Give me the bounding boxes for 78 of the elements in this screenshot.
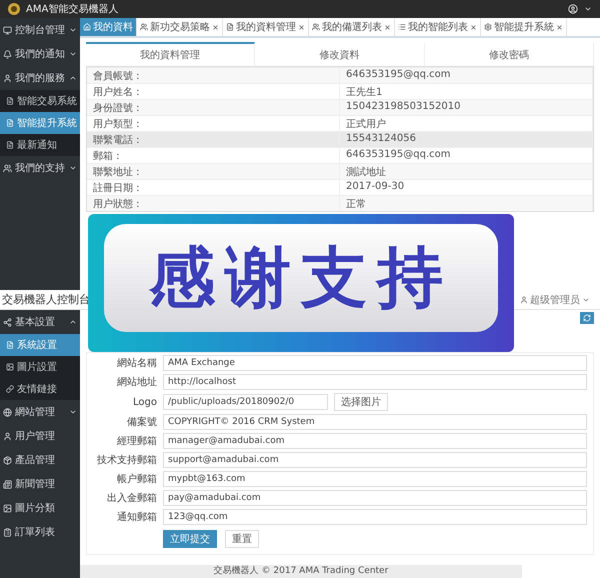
field-label: 出入金郵箱 (106, 492, 157, 505)
page-tab[interactable]: 我的備選列表 (309, 18, 395, 36)
logo-icon (8, 3, 20, 15)
tab-icon (140, 23, 148, 31)
input-field[interactable]: /public/uploads/20180902/0 (163, 394, 328, 410)
caret-icon[interactable] (584, 5, 592, 13)
sidebar-subitem[interactable]: 智能交易系統 (0, 90, 80, 112)
close-icon[interactable] (212, 24, 219, 30)
input-field[interactable]: 123@qq.com (163, 509, 587, 525)
menu-icon (3, 318, 12, 326)
sidebar-subitem[interactable]: 最新通知 (0, 134, 80, 156)
page-tab[interactable]: 我的資料 (80, 18, 137, 36)
input-field[interactable]: http://localhost (163, 374, 587, 390)
caret-icon (69, 74, 77, 82)
menu-icon (3, 50, 12, 58)
refresh-button[interactable] (580, 312, 594, 324)
sidebar-subitem[interactable]: 圖片設置 (0, 356, 80, 378)
caret-icon (69, 408, 77, 416)
submit-button[interactable]: 立即提交 (163, 530, 217, 548)
menu-icon (3, 74, 12, 82)
field-label: 網站地址 (116, 376, 157, 389)
sidebar-subitem[interactable]: 友情鏈接 (0, 378, 80, 400)
menu-icon (3, 432, 12, 440)
table-cell: 正常 (340, 196, 593, 211)
menu-icon (3, 504, 12, 512)
console-title: 交易機器人控制台 (2, 292, 90, 307)
menu-icon (3, 408, 12, 416)
user-menu[interactable]: 超级管理员 (514, 292, 596, 308)
sidebar-subitem[interactable]: 系統設置 (0, 334, 80, 356)
input-field[interactable]: manager@amadubai.com (163, 433, 587, 449)
field-label: 網站名稱 (116, 356, 157, 370)
field-label: Logo (132, 396, 157, 408)
page-icon (6, 341, 14, 349)
tab-icon (83, 23, 91, 31)
close-icon[interactable] (384, 24, 391, 30)
page-icon (6, 385, 14, 393)
page-icon (6, 363, 14, 371)
page-icon (6, 141, 14, 149)
section-tab[interactable]: 我的資料管理 (86, 42, 256, 66)
close-icon[interactable] (470, 24, 477, 30)
page-icon (6, 119, 14, 127)
menu-icon (3, 26, 12, 34)
tab-icon (312, 23, 320, 31)
caret-icon (69, 50, 77, 58)
menu-icon (3, 528, 12, 536)
field-label: 通知郵箱 (116, 510, 157, 524)
tab-icon (226, 23, 234, 31)
input-field[interactable]: mypbt@163.com (163, 471, 587, 487)
tab-icon (484, 23, 492, 31)
tab-icon (398, 23, 406, 31)
user-icon[interactable] (568, 4, 578, 14)
user-icon (520, 296, 528, 304)
table-cell: 用户狀態 : (87, 196, 340, 211)
input-field[interactable]: AMA Exchange (163, 355, 587, 371)
field-label: 帳户郵箱 (116, 472, 157, 486)
input-field[interactable]: support@amadubai.com (163, 452, 587, 468)
menu-icon (3, 164, 12, 172)
refresh-icon (583, 314, 591, 322)
menu-icon (3, 456, 12, 464)
page-icon (6, 97, 14, 105)
banner-text: 感谢支持 (149, 238, 453, 318)
caret-icon (69, 164, 77, 172)
choose-image-button[interactable]: 选择图片 (334, 393, 388, 411)
input-field[interactable]: COPYRIGHT© 2016 CRM System (163, 414, 587, 430)
input-field[interactable]: pay@amadubai.com (163, 490, 587, 506)
close-icon[interactable] (556, 24, 563, 30)
sidebar-subitem[interactable]: 智能提升系統 (0, 112, 80, 134)
menu-icon (3, 480, 12, 488)
footer: 交易機器人 © 2017 AMA Trading Center (80, 565, 522, 578)
field-label: 備案號 (126, 416, 157, 429)
field-label: 經理郵箱 (116, 434, 157, 448)
reset-button[interactable]: 重置 (225, 530, 259, 548)
page-tab[interactable]: 新功交易策略 (137, 18, 223, 36)
app-title: AMA智能交易機器人 (26, 2, 120, 16)
caret-icon (69, 318, 77, 326)
field-label: 技术支持郵箱 (96, 454, 157, 467)
close-icon[interactable] (298, 24, 305, 30)
caret-icon (69, 26, 77, 34)
